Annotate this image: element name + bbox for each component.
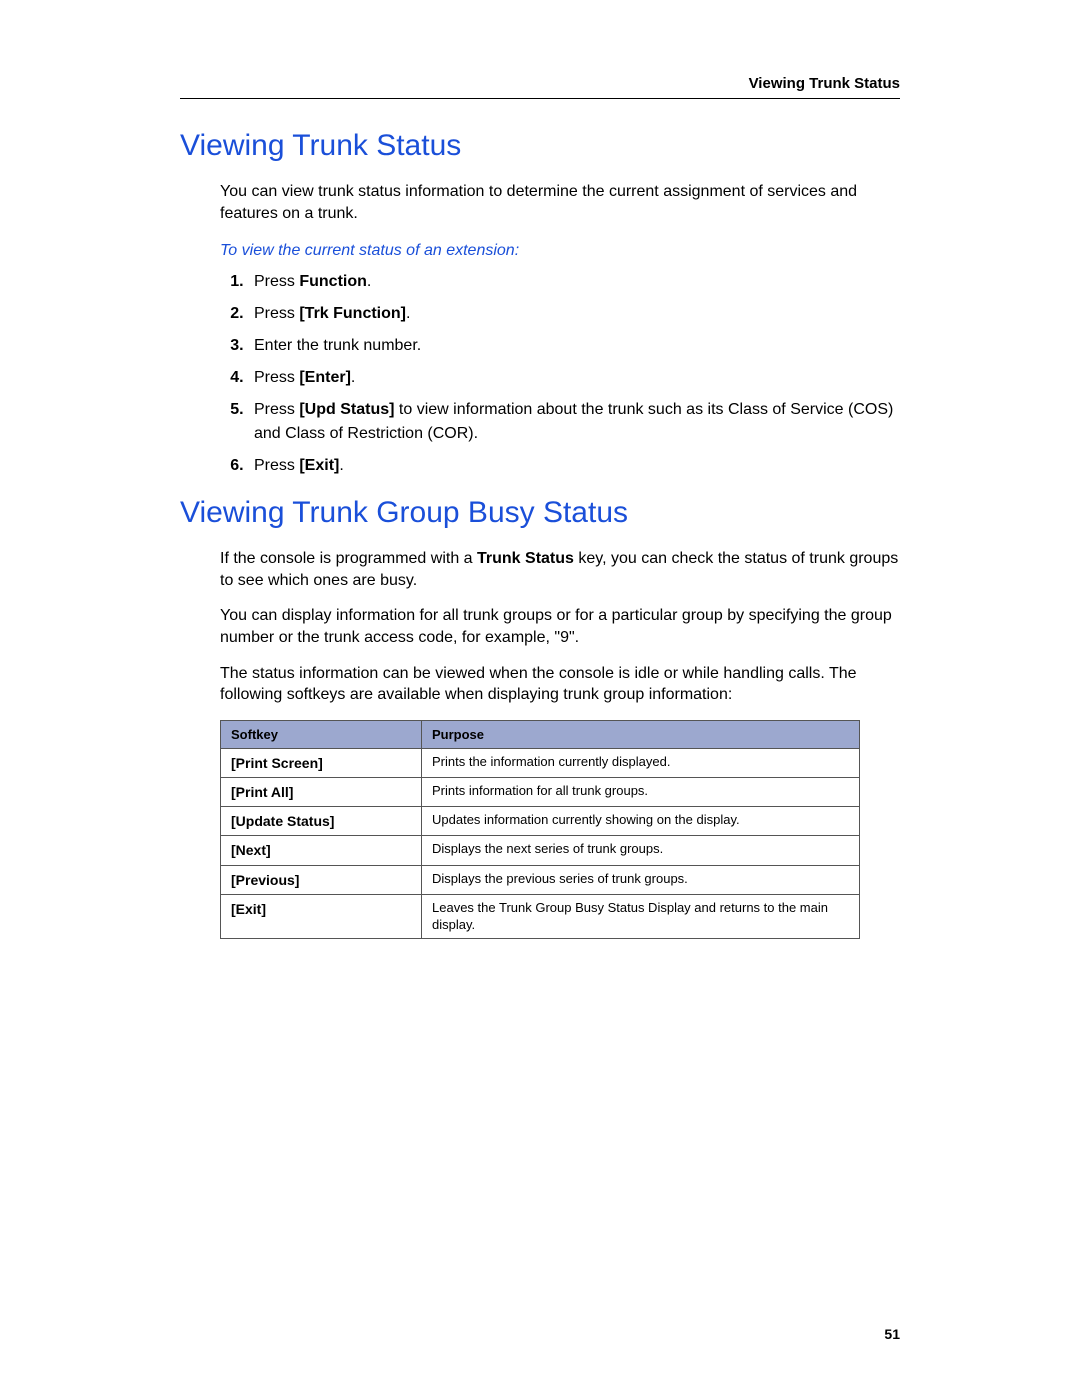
section2-para2: You can display information for all trun…	[220, 605, 900, 648]
table-header-row: Softkey Purpose	[221, 720, 860, 748]
step-text: Enter the trunk number.	[254, 337, 421, 354]
step-text: .	[351, 369, 355, 386]
table-row: [Print Screen] Prints the information cu…	[221, 748, 860, 777]
table-row: [Exit] Leaves the Trunk Group Busy Statu…	[221, 894, 860, 939]
purpose-cell: Updates information currently showing on…	[422, 807, 860, 836]
step-1: Press Function.	[248, 270, 900, 294]
step-5: Press [Upd Status] to view information a…	[248, 398, 900, 446]
purpose-cell: Prints the information currently display…	[422, 748, 860, 777]
section2-para1: If the console is programmed with a Trun…	[220, 548, 900, 591]
document-page: Viewing Trunk Status Viewing Trunk Statu…	[0, 0, 1080, 1397]
step-text: Press	[254, 457, 299, 474]
table-row: [Next] Displays the next series of trunk…	[221, 836, 860, 865]
step-bold: [Exit]	[299, 457, 339, 474]
running-header: Viewing Trunk Status	[180, 75, 900, 92]
step-4: Press [Enter].	[248, 366, 900, 390]
purpose-cell: Prints information for all trunk groups.	[422, 777, 860, 806]
softkey-cell: [Print All]	[221, 777, 422, 806]
step-bold: Function	[299, 273, 367, 290]
table-header-softkey: Softkey	[221, 720, 422, 748]
table-row: [Update Status] Updates information curr…	[221, 807, 860, 836]
softkey-cell: [Next]	[221, 836, 422, 865]
step-text: .	[367, 273, 371, 290]
softkey-cell: [Previous]	[221, 865, 422, 894]
page-number: 51	[884, 1326, 900, 1342]
step-text: .	[406, 305, 410, 322]
section2-title: Viewing Trunk Group Busy Status	[180, 496, 900, 530]
purpose-cell: Leaves the Trunk Group Busy Status Displ…	[422, 894, 860, 939]
section2-para3: The status information can be viewed whe…	[220, 663, 900, 706]
para-bold: Trunk Status	[477, 550, 574, 567]
header-rule	[180, 98, 900, 99]
section1-intro: You can view trunk status information to…	[220, 181, 900, 224]
softkey-table: Softkey Purpose [Print Screen] Prints th…	[220, 720, 860, 940]
step-text: Press	[254, 273, 299, 290]
section1-steps: Press Function. Press [Trk Function]. En…	[220, 270, 900, 478]
section1-title: Viewing Trunk Status	[180, 129, 900, 163]
step-text: Press	[254, 369, 299, 386]
section1-subheading: To view the current status of an extensi…	[220, 242, 900, 260]
para-text: If the console is programmed with a	[220, 550, 477, 567]
purpose-cell: Displays the previous series of trunk gr…	[422, 865, 860, 894]
step-bold: [Enter]	[299, 369, 351, 386]
table-row: [Print All] Prints information for all t…	[221, 777, 860, 806]
step-2: Press [Trk Function].	[248, 302, 900, 326]
softkey-cell: [Print Screen]	[221, 748, 422, 777]
step-text: Press	[254, 401, 299, 418]
table-row: [Previous] Displays the previous series …	[221, 865, 860, 894]
step-bold: [Upd Status]	[299, 401, 394, 418]
softkey-cell: [Exit]	[221, 894, 422, 939]
step-text: Press	[254, 305, 299, 322]
step-text: .	[339, 457, 343, 474]
step-6: Press [Exit].	[248, 454, 900, 478]
step-bold: [Trk Function]	[299, 305, 406, 322]
purpose-cell: Displays the next series of trunk groups…	[422, 836, 860, 865]
table-header-purpose: Purpose	[422, 720, 860, 748]
step-3: Enter the trunk number.	[248, 334, 900, 358]
softkey-cell: [Update Status]	[221, 807, 422, 836]
